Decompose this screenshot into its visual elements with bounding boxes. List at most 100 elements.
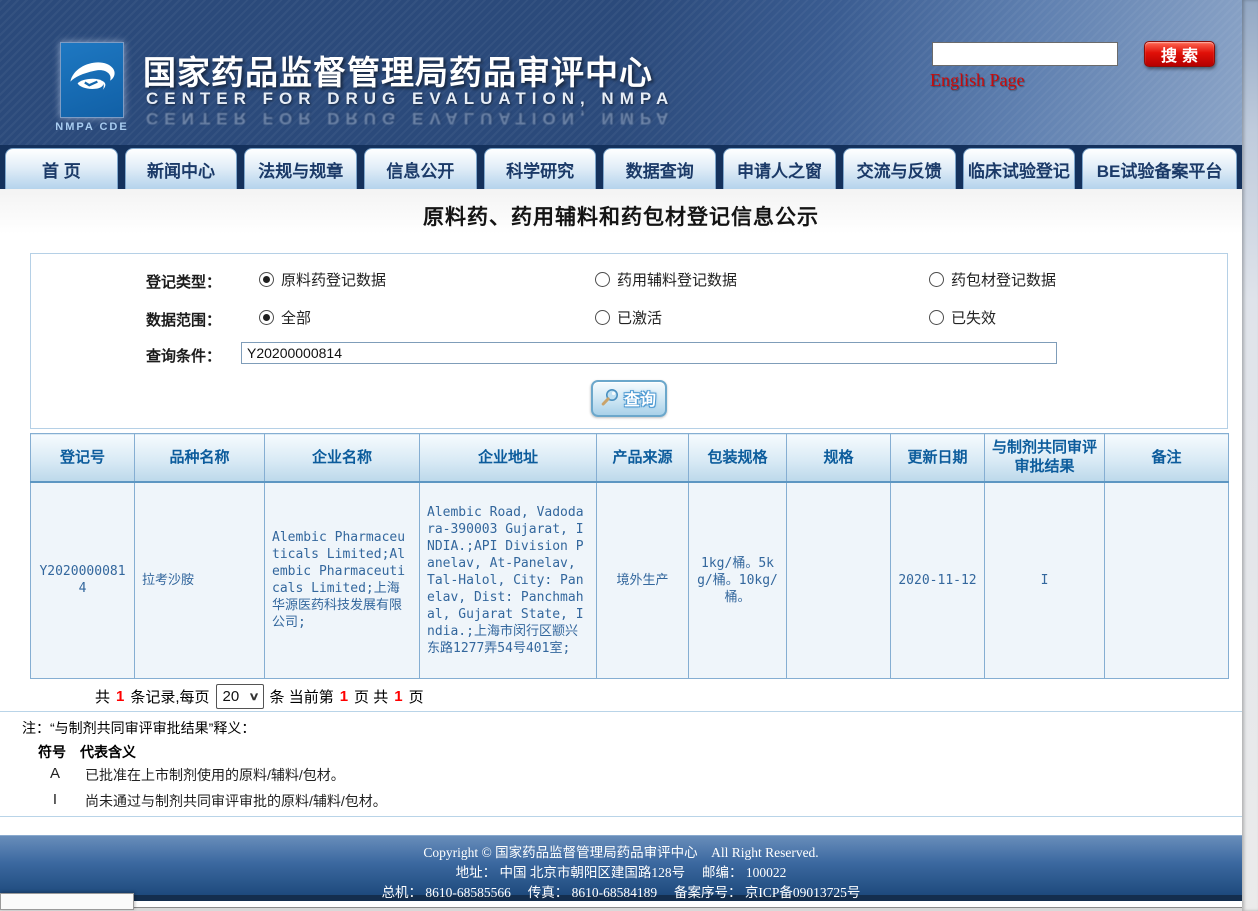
type-label: 登记类型： (146, 271, 221, 292)
note-header: 符号 代表含义 (38, 742, 136, 762)
col-company-name: 企业名称 (265, 434, 420, 482)
search-icon (600, 387, 620, 410)
col-product-name: 品种名称 (135, 434, 265, 482)
note-title: 注：“与制剂共同审评审批结果”释义： (22, 718, 255, 738)
col-product-source: 产品来源 (597, 434, 689, 482)
radio-type-excipient[interactable]: 药用辅料登记数据 (595, 269, 737, 290)
footer-contact: 总机： 8610-68585566 传真： 8610-68584189 备案序号… (0, 883, 1242, 903)
table-row: Y20200000814 拉考沙胺 Alembic Pharmaceutical… (31, 482, 1229, 679)
query-label: 查询条件： (146, 345, 221, 366)
radio-icon (929, 272, 944, 287)
per-page-value: 20 (223, 688, 240, 705)
site-title: 国家药品监督管理局药品审评中心 (143, 46, 653, 94)
nav-tab-home[interactable]: 首 页 (5, 148, 118, 189)
radio-icon (595, 310, 610, 325)
radio-icon (259, 310, 274, 325)
filter-panel: 登记类型： 原料药登记数据 药用辅料登记数据 药包材登记数据 数据范围： 全部 … (30, 253, 1228, 429)
radio-label: 已激活 (617, 307, 662, 328)
nav-tab-news[interactable]: 新闻中心 (125, 148, 238, 189)
nav-tab-clinical-trial[interactable]: 临床试验登记 (963, 148, 1076, 189)
cde-logo[interactable] (60, 42, 124, 118)
divider (0, 711, 1242, 712)
nav-tab-be-platform[interactable]: BE试验备案平台 (1082, 148, 1237, 189)
radio-label: 全部 (281, 307, 311, 328)
header-search-input[interactable] (932, 42, 1118, 66)
radio-icon (259, 272, 274, 287)
pager-text: 条 当前第 (270, 686, 334, 707)
radio-scope-expired[interactable]: 已失效 (929, 307, 996, 328)
note-meaning: 已批准在上市制剂使用的原料/辅料/包材。 (85, 765, 345, 785)
nav-tab-feedback[interactable]: 交流与反馈 (843, 148, 956, 189)
pager-text: 共 (95, 686, 110, 707)
note-col-meaning: 代表含义 (80, 742, 136, 762)
results-table: 登记号 品种名称 企业名称 企业地址 产品来源 包装规格 规格 更新日期 与制剂… (30, 433, 1229, 679)
radio-scope-all[interactable]: 全部 (259, 307, 311, 328)
query-condition-input[interactable] (241, 342, 1057, 364)
note-col-symbol: 符号 (38, 742, 66, 762)
query-button-label: 查询 (624, 386, 656, 410)
note-symbol: I (40, 791, 70, 808)
cell-update-date: 2020-11-12 (891, 482, 985, 679)
header-search-button[interactable]: 搜索 (1144, 41, 1215, 67)
col-company-address: 企业地址 (420, 434, 597, 482)
browser-status-popup (0, 893, 134, 910)
site-subtitle-reflection: CENTER FOR DRUG EVALUATION, NMPA (146, 108, 674, 128)
pager-text: 页 (409, 686, 424, 707)
footer-copyright: Copyright © 国家药品监督管理局药品审评中心 All Right Re… (0, 843, 1242, 863)
radio-type-packaging[interactable]: 药包材登记数据 (929, 269, 1056, 290)
pagination: 共1条记录,每页 20 ∨ 条 当前第 1页 共 1 页 (95, 683, 424, 710)
table-header-row: 登记号 品种名称 企业名称 企业地址 产品来源 包装规格 规格 更新日期 与制剂… (31, 434, 1229, 482)
radio-type-raw-material[interactable]: 原料药登记数据 (259, 269, 386, 290)
radio-icon (595, 272, 610, 287)
divider (0, 816, 1242, 817)
col-package-spec: 包装规格 (689, 434, 787, 482)
current-page: 1 (340, 688, 348, 705)
site-footer: Copyright © 国家药品监督管理局药品审评中心 All Right Re… (0, 835, 1242, 901)
radio-label: 药用辅料登记数据 (617, 269, 737, 290)
nav-tab-info-disclosure[interactable]: 信息公开 (364, 148, 477, 189)
nav-tab-data-query[interactable]: 数据查询 (603, 148, 716, 189)
radio-icon (929, 310, 944, 325)
cde-logo-icon (65, 49, 119, 112)
english-page-link[interactable]: English Page (930, 70, 1025, 91)
col-remark: 备注 (1105, 434, 1229, 482)
nav-tab-applicant-window[interactable]: 申请人之窗 (723, 148, 836, 189)
cell-product-name: 拉考沙胺 (135, 482, 265, 679)
per-page-select[interactable]: 20 ∨ (216, 684, 264, 709)
scope-label: 数据范围： (146, 309, 221, 330)
footer-address: 地址： 中国 北京市朝阳区建国路128号 邮编： 100022 (0, 863, 1242, 883)
note-meaning: 尚未通过与制剂共同审评审批的原料/辅料/包材。 (85, 791, 387, 811)
cell-spec (787, 482, 891, 679)
note-symbol: A (40, 765, 70, 782)
radio-label: 原料药登记数据 (281, 269, 386, 290)
cell-remark (1105, 482, 1229, 679)
cell-product-source: 境外生产 (597, 482, 689, 679)
radio-label: 已失效 (951, 307, 996, 328)
record-count: 1 (116, 688, 124, 705)
window-bottom-edge (0, 907, 1258, 911)
cell-company-address: Alembic Road, Vadodara-390003 Gujarat, I… (420, 482, 597, 679)
logo-caption: NMPA CDE (42, 121, 142, 133)
main-nav: 首 页 新闻中心 法规与规章 信息公开 科学研究 数据查询 申请人之窗 交流与反… (0, 145, 1242, 189)
col-reg-no: 登记号 (31, 434, 135, 482)
query-button[interactable]: 查询 (591, 380, 667, 417)
col-review-result: 与制剂共同审评审批结果 (985, 434, 1105, 482)
page-title: 原料药、药用辅料和药包材登记信息公示 (0, 201, 1242, 231)
cell-company-name: Alembic Pharmaceuticals Limited;Alembic … (265, 482, 420, 679)
pager-text: 页 共 (354, 686, 388, 707)
site-header: NMPA CDE 国家药品监督管理局药品审评中心 CENTER FOR DRUG… (0, 0, 1242, 145)
scrollbar-track[interactable] (1242, 0, 1258, 911)
radio-label: 药包材登记数据 (951, 269, 1056, 290)
chevron-down-icon: ∨ (249, 690, 260, 703)
pager-text: 条记录,每页 (130, 686, 209, 707)
cell-package-spec: 1kg/桶。5kg/桶。10kg/桶。 (689, 482, 787, 679)
col-spec: 规格 (787, 434, 891, 482)
nav-tab-regulations[interactable]: 法规与规章 (244, 148, 357, 189)
cell-reg-no: Y20200000814 (31, 482, 135, 679)
cell-review-result: I (985, 482, 1105, 679)
total-pages: 1 (394, 688, 402, 705)
site-subtitle: CENTER FOR DRUG EVALUATION, NMPA (146, 89, 674, 109)
nav-tab-science[interactable]: 科学研究 (484, 148, 597, 189)
col-update-date: 更新日期 (891, 434, 985, 482)
radio-scope-active[interactable]: 已激活 (595, 307, 662, 328)
